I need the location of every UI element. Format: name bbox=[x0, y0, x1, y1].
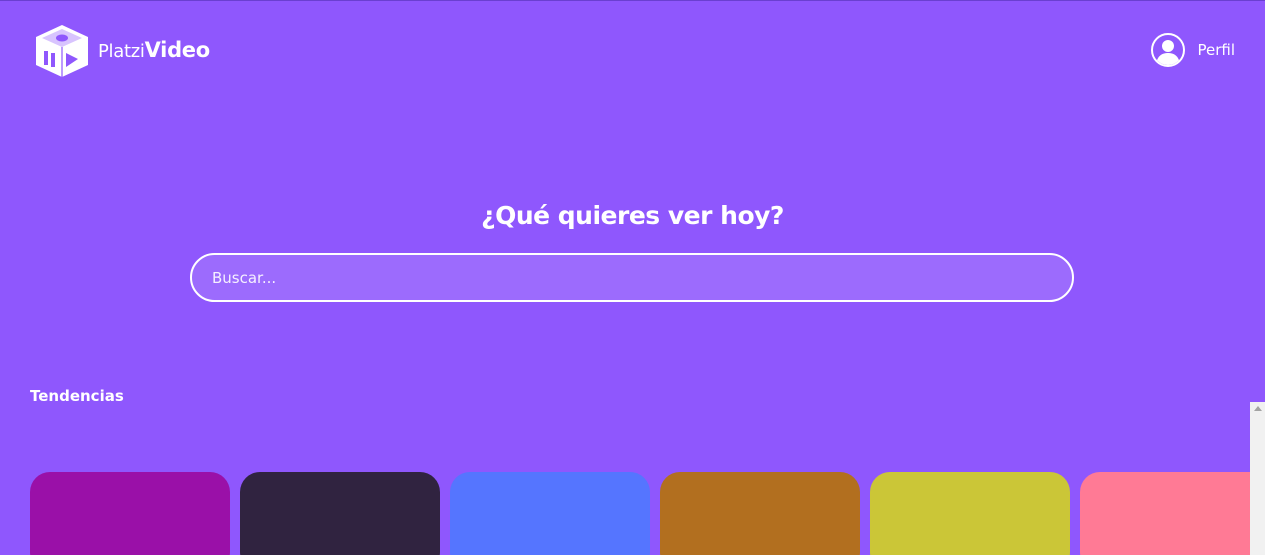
search-input[interactable] bbox=[190, 253, 1074, 302]
carousel-item[interactable] bbox=[870, 472, 1070, 555]
user-avatar-icon bbox=[1151, 33, 1186, 67]
carousel-item[interactable] bbox=[30, 472, 230, 555]
carousel-item[interactable] bbox=[450, 472, 650, 555]
logo-text-platzi: Platzi bbox=[98, 40, 145, 62]
platzivideo-logo-icon bbox=[36, 25, 88, 77]
logo-text-video: Video bbox=[144, 37, 211, 62]
profile-label: Perfil bbox=[1197, 41, 1235, 59]
page-title: ¿Qué quieres ver hoy? bbox=[481, 201, 784, 230]
carousel-tendencias bbox=[30, 472, 1265, 555]
carousel-item[interactable] bbox=[660, 472, 860, 555]
carousel-item[interactable] bbox=[240, 472, 440, 555]
profile-menu[interactable]: Perfil bbox=[1151, 33, 1235, 67]
carousel-scrollbar[interactable] bbox=[1250, 402, 1265, 555]
section-title-tendencias: Tendencias bbox=[30, 387, 124, 405]
logo-text: PlatziVideo bbox=[98, 37, 211, 62]
carousel-item[interactable] bbox=[1080, 472, 1265, 555]
platzivideo-logo[interactable]: PlatziVideo bbox=[34, 23, 210, 77]
scroll-up-arrow-icon[interactable] bbox=[1254, 406, 1262, 411]
header: PlatziVideo Perfil bbox=[0, 1, 1265, 101]
